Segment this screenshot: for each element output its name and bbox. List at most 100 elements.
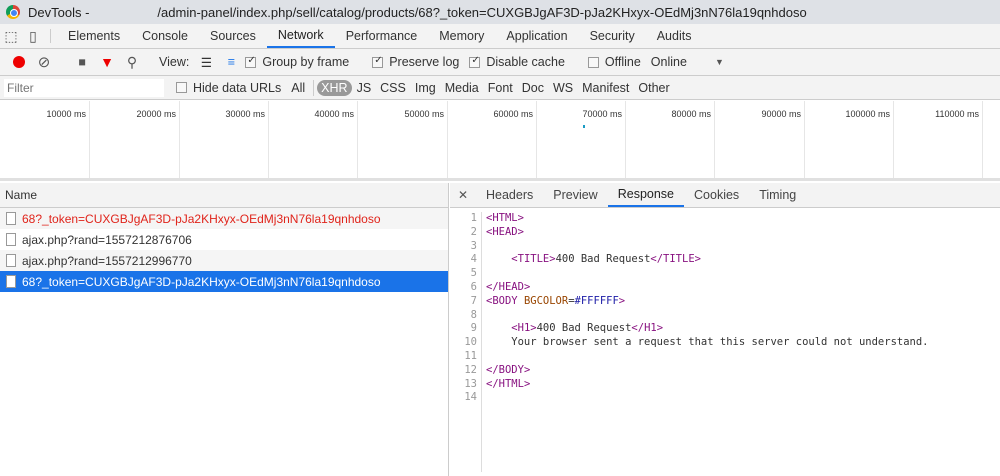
filter-other[interactable]: Other xyxy=(634,80,673,96)
timeline-gridline xyxy=(179,101,180,178)
group-by-frame-checkbox[interactable]: Group by frame xyxy=(245,55,349,69)
filter-media[interactable]: Media xyxy=(441,80,483,96)
request-row[interactable]: 68?_token=CUXGBJgAF3D-pJa2KHxyx-OEdMj3nN… xyxy=(0,208,448,229)
filter-icon[interactable]: ▼ xyxy=(96,52,118,72)
tab-response[interactable]: Response xyxy=(607,183,685,207)
timeline-tick-label: 50000 ms xyxy=(404,109,444,119)
code-line: <HEAD> xyxy=(486,225,524,238)
file-icon xyxy=(6,275,16,288)
window-title: DevTools - xyxy=(28,4,90,20)
detail-tabs: ✕ Headers Preview Response Cookies Timin… xyxy=(450,183,1000,208)
tab-memory[interactable]: Memory xyxy=(428,24,495,48)
tab-preview[interactable]: Preview xyxy=(543,183,607,207)
file-icon xyxy=(6,233,16,246)
timeline-tick-label: 20000 ms xyxy=(136,109,176,119)
search-icon[interactable]: ⚲ xyxy=(121,52,143,72)
timeline-gridline xyxy=(447,101,448,178)
preserve-log-checkbox[interactable]: Preserve log xyxy=(372,55,459,69)
filter-js[interactable]: JS xyxy=(353,80,376,96)
response-viewer[interactable]: 1 2 3 4 5 6 7 8 9 10 11 12 13 14 <HTML> <HEAD> <TITLE>… xyxy=(450,208,1000,472)
timeline-gridline xyxy=(982,101,983,178)
chevron-down-icon: ▼ xyxy=(714,57,724,67)
filter-bar: Hide data URLs All XHR JS CSS Img Media … xyxy=(0,76,1000,100)
line-number: 2 xyxy=(470,225,477,238)
disable-cache-checkbox[interactable]: Disable cache xyxy=(469,55,565,69)
large-rows-icon[interactable]: ☰ xyxy=(195,52,217,72)
request-row[interactable]: 68?_token=CUXGBJgAF3D-pJa2KHxyx-OEdMj3nN… xyxy=(0,271,448,292)
filter-all[interactable]: All xyxy=(287,80,309,96)
response-body: <HTML> <HEAD> <TITLE>400 Bad Request</TIT… xyxy=(482,212,929,472)
request-name: 68?_token=CUXGBJgAF3D-pJa2KHxyx-OEdMj3nN… xyxy=(22,274,381,289)
waterfall-icon[interactable]: ≡ xyxy=(220,52,242,72)
title-bar: DevTools - /admin-panel/index.php/sell/c… xyxy=(0,0,1000,24)
checkbox xyxy=(469,55,481,68)
timeline-overview[interactable]: 10000 ms 20000 ms 30000 ms 40000 ms 50000 ms… xyxy=(0,101,1000,181)
tab-cookies[interactable]: Cookies xyxy=(684,183,749,207)
line-number: 12 xyxy=(464,363,477,376)
name-column-header[interactable]: Name xyxy=(0,183,448,208)
timeline-tick-label: 90000 ms xyxy=(761,109,801,119)
line-number: 8 xyxy=(470,308,477,321)
window-url: /admin-panel/index.php/sell/catalog/prod… xyxy=(157,4,807,20)
disable-cache-label: Disable cache xyxy=(486,55,565,69)
filter-input[interactable] xyxy=(4,78,164,97)
line-number: 3 xyxy=(470,239,477,252)
throttling-select[interactable]: Online ▼ xyxy=(651,55,724,69)
tab-application[interactable]: Application xyxy=(495,24,578,48)
request-detail-panel: ✕ Headers Preview Response Cookies Timin… xyxy=(450,183,1000,476)
chrome-logo-icon xyxy=(6,5,20,19)
tab-sources[interactable]: Sources xyxy=(199,24,267,48)
timeline-gridline xyxy=(714,101,715,178)
filter-manifest[interactable]: Manifest xyxy=(578,80,633,96)
request-row[interactable]: ajax.php?rand=1557212876706 xyxy=(0,229,448,250)
line-number: 5 xyxy=(470,267,477,280)
inspect-element-icon[interactable]: ⬚ xyxy=(0,24,22,48)
offline-checkbox[interactable]: Offline xyxy=(587,55,641,69)
request-name: ajax.php?rand=1557212876706 xyxy=(22,232,192,247)
timeline-tick-label: 110000 ms xyxy=(935,109,979,119)
filter-font[interactable]: Font xyxy=(484,80,517,96)
group-by-frame-label: Group by frame xyxy=(262,55,350,69)
line-number: 11 xyxy=(464,349,477,362)
filter-img[interactable]: Img xyxy=(411,80,440,96)
panel-tabs: ⬚ ▯ Elements Console Sources Network Per… xyxy=(0,24,1000,49)
request-row[interactable]: ajax.php?rand=1557212996770 xyxy=(0,250,448,271)
hide-data-urls-label: Hide data URLs xyxy=(193,80,282,95)
line-number: 1 xyxy=(470,212,477,224)
timeline-tick-label: 10000 ms xyxy=(46,109,86,119)
view-label: View: xyxy=(159,55,190,69)
close-icon[interactable]: ✕ xyxy=(450,183,476,207)
tab-elements[interactable]: Elements xyxy=(57,24,131,48)
filter-ws[interactable]: WS xyxy=(549,80,577,96)
checkbox xyxy=(176,82,187,93)
tab-security[interactable]: Security xyxy=(579,24,646,48)
tab-headers[interactable]: Headers xyxy=(476,183,543,207)
tab-audits[interactable]: Audits xyxy=(646,24,703,48)
timeline-gridline xyxy=(804,101,805,178)
line-number: 13 xyxy=(464,377,477,390)
timeline-gridline xyxy=(893,101,894,178)
timeline-tick-label: 40000 ms xyxy=(314,109,354,119)
clear-button[interactable]: ⊘ xyxy=(33,52,55,72)
filter-xhr[interactable]: XHR xyxy=(317,79,352,96)
checkbox xyxy=(245,55,257,68)
screenshot-camera-icon[interactable]: ■ xyxy=(71,52,93,72)
device-toolbar-icon[interactable]: ▯ xyxy=(22,24,44,48)
request-name: 68?_token=CUXGBJgAF3D-pJa2KHxyx-OEdMj3nN… xyxy=(22,211,381,226)
hide-data-urls-checkbox[interactable]: Hide data URLs xyxy=(176,81,281,95)
line-number: 14 xyxy=(464,391,477,404)
tab-timing[interactable]: Timing xyxy=(749,183,806,207)
code-line: <H1>400 Bad Request</H1> xyxy=(511,322,664,335)
filter-doc[interactable]: Doc xyxy=(518,80,548,96)
tab-performance[interactable]: Performance xyxy=(335,24,429,48)
code-line: <BODY BGCOLOR=#FFFFFF> xyxy=(486,294,626,307)
tab-network[interactable]: Network xyxy=(266,24,335,48)
record-button[interactable] xyxy=(8,52,30,72)
line-number: 7 xyxy=(470,294,477,307)
timeline-tick-label: 100000 ms xyxy=(845,109,890,119)
filter-css[interactable]: CSS xyxy=(376,80,410,96)
line-number: 10 xyxy=(464,336,477,349)
tab-console[interactable]: Console xyxy=(131,24,199,48)
